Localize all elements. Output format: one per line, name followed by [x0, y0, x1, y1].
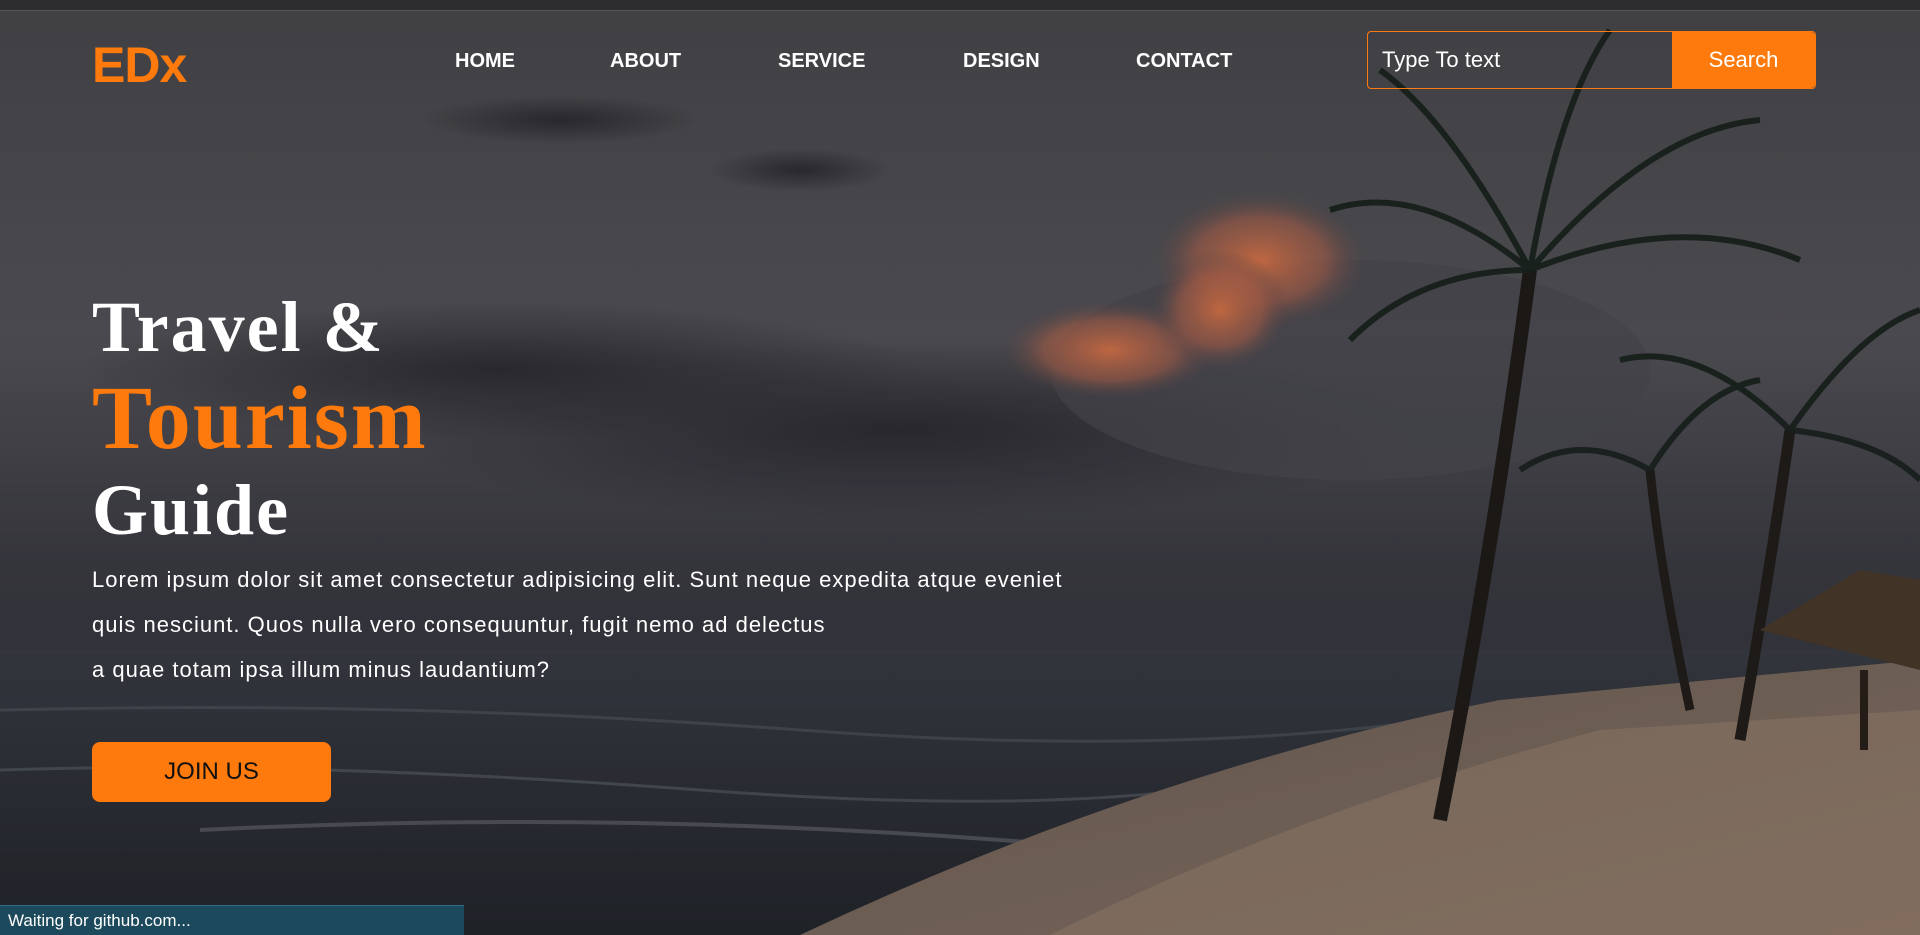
hero-description: Lorem ipsum dolor sit amet consectetur a…	[92, 557, 1252, 692]
nav-design[interactable]: DESIGN	[963, 50, 1040, 73]
join-us-button[interactable]: JOIN US	[92, 742, 331, 802]
nav-contact[interactable]: CONTACT	[1136, 50, 1232, 73]
hero-section: Travel & Tourism Guide Lorem ipsum dolor…	[92, 285, 1252, 692]
nav-service[interactable]: SERVICE	[778, 50, 865, 73]
browser-status-bar: Waiting for github.com...	[0, 905, 464, 935]
search-form: Search	[1367, 31, 1816, 89]
search-button[interactable]: Search	[1672, 32, 1815, 88]
hero-description-line: a quae totam ipsa illum minus laudantium…	[92, 657, 551, 682]
nav-about[interactable]: ABOUT	[610, 50, 681, 73]
page: EDx HOME ABOUT SERVICE DESIGN CONTACT Se…	[0, 0, 1920, 935]
hero-description-line: quis nesciunt. Quos nulla vero consequun…	[92, 612, 826, 637]
nav-home[interactable]: HOME	[455, 50, 515, 73]
site-logo[interactable]: EDx	[92, 36, 187, 94]
hero-description-line: Lorem ipsum dolor sit amet consectetur a…	[92, 567, 1063, 592]
search-input[interactable]	[1368, 32, 1672, 88]
hero-title-line-1: Travel &	[92, 287, 385, 367]
hero-title-line-2: Tourism	[92, 369, 428, 468]
hero-title-line-3: Guide	[92, 470, 291, 550]
browser-top-edge	[0, 0, 1920, 11]
